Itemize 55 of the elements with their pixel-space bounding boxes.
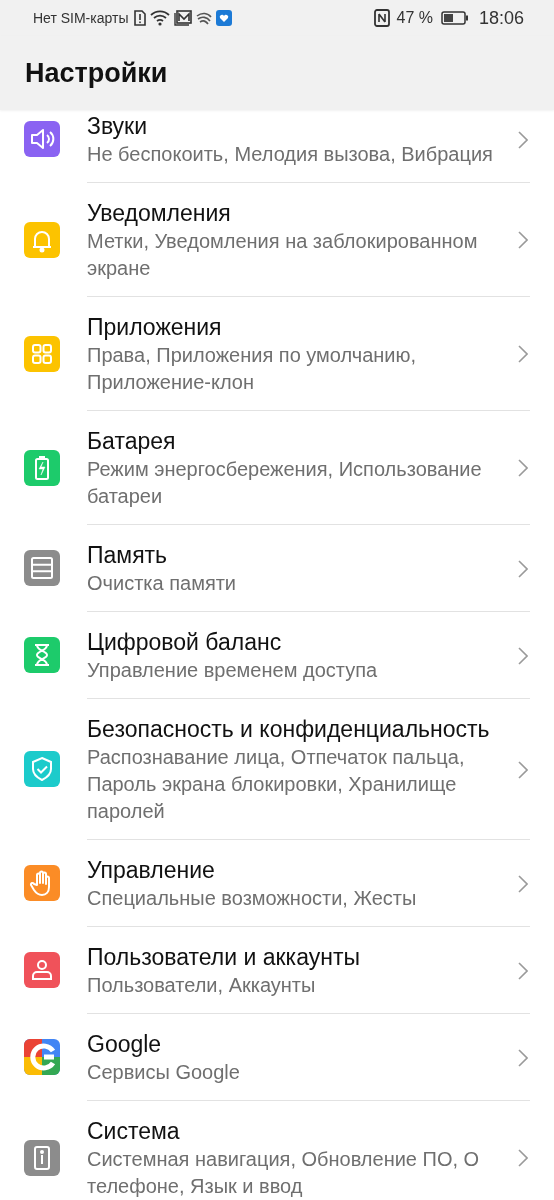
settings-item[interactable]: Батарея Режим энергосбережения, Использование батареи xyxy=(87,411,530,525)
item-subtitle: Системная навигация, Обновление ПО, О телефоне, Язык и ввод xyxy=(87,1147,481,1199)
chevron-icon xyxy=(518,459,528,477)
swirl-icon xyxy=(196,10,213,26)
item-title: Безопасность и конфиденциальность xyxy=(87,715,491,744)
chevron-icon xyxy=(518,874,528,893)
item-subtitle: Управление временем доступа xyxy=(87,658,379,683)
item-title: Уведомления xyxy=(87,199,232,228)
chevron-icon xyxy=(518,961,528,980)
item-subtitle: Сервисы Google xyxy=(87,1060,241,1085)
settings-item[interactable]: Google Сервисы Google xyxy=(87,1014,530,1101)
chevron-icon xyxy=(518,345,528,363)
mail-icon xyxy=(174,10,193,26)
chevron-icon xyxy=(518,1048,528,1067)
chevron-icon xyxy=(518,1149,528,1167)
item-subtitle: Метки, Уведомления на заблокированном экране xyxy=(87,229,479,281)
page-title: Настройки xyxy=(25,57,168,89)
carrier-text: Нет SIM-карты xyxy=(33,10,129,26)
settings-item[interactable]: Звуки Не беспокоить, Мелодия вызова, Вибрация xyxy=(87,110,530,183)
settings-item[interactable]: Управление Специальные возможности, Жесты xyxy=(87,840,530,927)
item-title: Пользователи и аккаунты xyxy=(87,943,361,972)
settings-item[interactable]: Цифровой баланс Управление временем доступа xyxy=(87,612,530,699)
item-title: Память xyxy=(87,541,169,570)
chevron-icon xyxy=(518,130,528,149)
item-subtitle: Не беспокоить, Мелодия вызова, Вибрация xyxy=(87,142,494,167)
item-subtitle: Очистка памяти xyxy=(87,571,238,596)
item-title: Google xyxy=(87,1030,163,1059)
wifi-icon xyxy=(150,10,171,26)
chevron-icon xyxy=(518,646,528,665)
chevron-icon xyxy=(518,559,528,578)
settings-item[interactable]: Система Системная навигация, Обновление ПО, О телефоне, Язык и ввод xyxy=(87,1101,530,1200)
item-subtitle: Распознавание лица, Отпечаток пальца, Пароль экрана блокировки, Хранилище паролей xyxy=(87,745,466,824)
battery-icon xyxy=(440,11,469,25)
settings-item[interactable]: Уведомления Метки, Уведомления на заблокированном экране xyxy=(87,183,530,297)
item-title: Цифровой баланс xyxy=(87,628,283,657)
sim-alert-icon xyxy=(134,10,147,26)
item-title: Батарея xyxy=(87,427,177,456)
app-notification-icon xyxy=(216,10,233,26)
settings-item[interactable]: Пользователи и аккаунты Пользователи, Аккаунты xyxy=(87,927,530,1014)
item-subtitle: Специальные возможности, Жесты xyxy=(87,886,418,911)
clock-text: 18:06 xyxy=(478,7,524,29)
chevron-icon xyxy=(518,231,528,249)
nfc-icon xyxy=(374,9,391,27)
item-subtitle: Пользователи, Аккаунты xyxy=(87,973,317,998)
item-subtitle: Режим энергосбережения, Использование батареи xyxy=(87,457,483,509)
item-title: Система xyxy=(87,1117,181,1146)
settings-item[interactable]: Безопасность и конфиденциальность Распознавание лица, Отпечаток пальца, Пароль экрана блокировки, Хранилище паролей xyxy=(87,699,530,840)
item-subtitle: Права, Приложения по умолчанию, Приложение-клон xyxy=(87,343,418,395)
item-title: Управление xyxy=(87,856,216,885)
chevron-icon xyxy=(518,760,528,779)
item-title: Звуки xyxy=(87,112,148,141)
battery-percent-text: 47 % xyxy=(396,9,433,27)
settings-item[interactable]: Приложения Права, Приложения по умолчанию, Приложение-клон xyxy=(87,297,530,411)
item-title: Приложения xyxy=(87,313,223,342)
settings-item[interactable]: Память Очистка памяти xyxy=(87,525,530,612)
